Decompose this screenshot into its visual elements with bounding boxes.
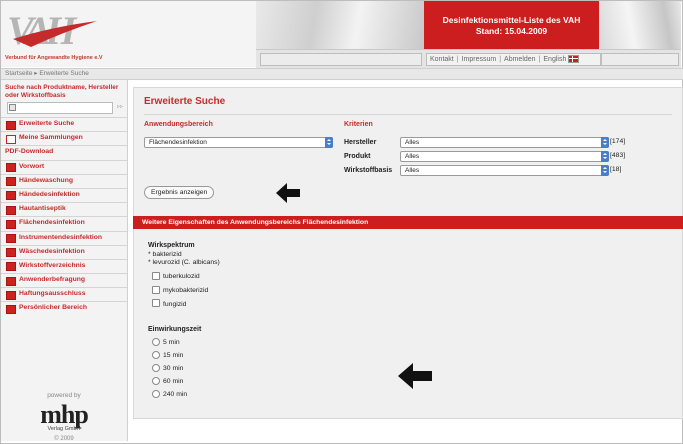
logo-subtitle: Verbund für Angewandte Hygiene e.V — [5, 55, 103, 61]
sponsor-logo[interactable]: mhp — [1, 402, 127, 428]
search-go-button[interactable]: ▹▹ — [117, 103, 123, 110]
criteria-label-wirkstoffbasis: Wirkstoffbasis — [344, 167, 393, 174]
sidebar-pdf-haendewaschung[interactable]: Händewaschung — [1, 173, 127, 188]
search-field-icon — [9, 104, 16, 111]
radio-label-15-min: 15 min — [163, 352, 184, 359]
select-arrow-icon — [325, 137, 333, 148]
wirkstoffbasis-select[interactable]: Alles — [400, 165, 609, 176]
radio-label-240-min: 240 min — [163, 391, 188, 398]
select-arrow-icon — [601, 137, 609, 148]
wirkspektrum-label: Wirkspektrum — [148, 242, 195, 249]
anwendungsbereich-select[interactable]: Flächendesinfektion — [144, 137, 333, 148]
anwendungsbereich-label: Anwendungsbereich — [144, 121, 213, 128]
produkt-select[interactable]: Alles — [400, 151, 609, 162]
checkbox-label-mykobakterizid: mykobakterizid — [163, 287, 209, 294]
header-image-right — [599, 1, 681, 49]
radio-15-min[interactable] — [152, 351, 160, 359]
uk-flag-icon[interactable] — [568, 55, 580, 64]
logo-area[interactable]: VAH Verbund für Angewandte Hygiene e.V — [1, 1, 257, 67]
header-nav-empty-right — [601, 53, 679, 66]
select-arrow-icon — [601, 151, 609, 162]
powered-by-label: powered by — [47, 392, 81, 399]
header-date: Stand: 15.04.2009 — [475, 26, 548, 36]
select-arrow-icon — [601, 165, 609, 176]
einwirkungszeit-label: Einwirkungszeit — [148, 326, 202, 333]
header-image — [256, 1, 424, 49]
wirkspektrum-fixed-bakterizid: * bakterizid — [148, 251, 182, 258]
arrow-left-icon — [276, 183, 300, 203]
hersteller-count: [174] — [610, 138, 626, 145]
pencil-icon — [6, 276, 16, 286]
criteria-label-hersteller: Hersteller — [344, 139, 377, 146]
radio-label-60-min: 60 min — [163, 378, 184, 385]
header-title-box: Desinfektionsmittel-Liste des VAH Stand:… — [424, 1, 599, 49]
sidebar-item-haftungsausschluss[interactable]: Haftungsausschluss — [1, 287, 127, 301]
show-results-button[interactable]: Ergebnis anzeigen — [144, 186, 215, 199]
header-nav-bar: Kontakt | Impressum | Abmelden | English — [256, 49, 681, 68]
sidebar-heading-pdf: PDF-Download — [1, 145, 127, 159]
checkbox-fungizid[interactable] — [152, 299, 160, 307]
sidebar-item-erweiterte-suche[interactable]: Erweiterte Suche — [1, 117, 127, 131]
copyright: © 2009 — [54, 436, 74, 442]
pdf-icon — [6, 248, 16, 258]
pdf-icon — [6, 205, 16, 215]
pdf-icon — [6, 234, 16, 243]
checkbox-mykobakterizid[interactable] — [152, 286, 160, 294]
breadcrumb[interactable]: Startseite ▸ Erweiterte Suche — [1, 68, 683, 80]
pdf-icon — [6, 177, 16, 187]
sidebar-pdf-waeschedesinfektion[interactable]: Wäschedesinfektion — [1, 244, 127, 259]
section-header-bar: Weitere Eigenschaften des Anwendungsbere… — [133, 216, 683, 229]
header-nav-empty-left — [260, 53, 422, 66]
pdf-icon — [6, 163, 16, 173]
nav-link-impressum[interactable]: Impressum — [462, 56, 497, 63]
wirkstoffbasis-count: [18] — [610, 166, 622, 173]
criteria-label-produkt: Produkt — [344, 153, 371, 160]
nav-link-english[interactable]: English — [543, 56, 566, 63]
checkbox-label-tuberkulozid: tuberkulozid — [163, 273, 200, 280]
radio-5-min[interactable] — [152, 338, 160, 346]
nav-link-kontakt[interactable]: Kontakt — [430, 56, 454, 63]
sidebar-pdf-flaechendesinfektion[interactable]: Flächendesinfektion — [1, 216, 127, 230]
hersteller-select[interactable]: Alles — [400, 137, 609, 148]
header-title: Desinfektionsmittel-Liste des VAH — [442, 15, 581, 25]
sponsor-subtitle: Verlag GmbH — [47, 426, 81, 432]
logo-swoosh-icon — [13, 21, 97, 47]
pdf-icon — [6, 219, 16, 229]
sidebar: Suche nach Produktname, Hersteller oder … — [1, 80, 128, 442]
sidebar-item-anwenderbefragung[interactable]: Anwenderbefragung — [1, 273, 127, 287]
main-panel: Erweiterte Suche Anwendungsbereich Fläch… — [133, 87, 683, 419]
produkt-count: [483] — [610, 152, 626, 159]
title-divider — [144, 114, 672, 115]
pdf-icon — [6, 262, 16, 272]
checkbox-label-fungizid: fungizid — [163, 301, 187, 308]
sidebar-item-meine-sammlungen[interactable]: Meine Sammlungen — [1, 131, 127, 145]
sidebar-item-persoenlicher-bereich[interactable]: Persönlicher Bereich — [1, 301, 127, 315]
pdf-icon — [6, 191, 16, 201]
radio-label-30-min: 30 min — [163, 365, 184, 372]
kriterien-label: Kriterien — [344, 121, 373, 128]
sidebar-pdf-haendedesinfektion[interactable]: Händedesinfektion — [1, 187, 127, 202]
sidebar-pdf-hautantiseptik[interactable]: Hautantiseptik — [1, 202, 127, 216]
sidebar-pdf-wirkstoffverzeichnis[interactable]: Wirkstoffverzeichnis — [1, 258, 127, 273]
search-row: ▹▹ — [5, 102, 123, 114]
person-icon — [6, 304, 16, 314]
radio-240-min[interactable] — [152, 390, 160, 398]
search-label: Suche nach Produktname, Hersteller oder … — [5, 84, 119, 99]
page-title: Erweiterte Suche — [144, 96, 226, 107]
collection-icon — [6, 134, 16, 144]
nav-link-abmelden[interactable]: Abmelden — [504, 56, 536, 63]
paragraph-icon — [6, 290, 16, 300]
header-nav-links: Kontakt | Impressum | Abmelden | English — [426, 53, 601, 66]
sidebar-pdf-vorwort[interactable]: Vorwort — [1, 159, 127, 174]
radio-30-min[interactable] — [152, 364, 160, 372]
radio-60-min[interactable] — [152, 377, 160, 385]
wirkspektrum-fixed-levurozid: * levurozid (C. albicans) — [148, 259, 220, 266]
sidebar-pdf-instrumentendesinfektion[interactable]: Instrumentendesinfektion — [1, 230, 127, 245]
radio-label-5-min: 5 min — [163, 339, 180, 346]
search-icon — [6, 120, 16, 130]
checkbox-tuberkulozid[interactable] — [152, 272, 160, 280]
arrow-left-icon — [398, 363, 432, 389]
search-input[interactable] — [7, 102, 113, 114]
